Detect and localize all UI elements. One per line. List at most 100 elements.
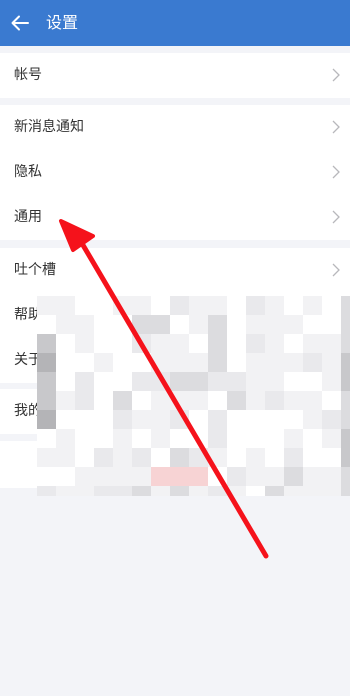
mosaic-tile [56, 467, 75, 486]
mosaic-tile [189, 296, 208, 315]
mosaic-tile [265, 372, 284, 391]
mosaic-tile [284, 334, 303, 353]
mosaic-tile [37, 410, 56, 429]
mosaic-tile [189, 410, 208, 429]
mosaic-tile [170, 353, 189, 372]
mosaic-tile [322, 467, 341, 486]
mosaic-tile [303, 353, 322, 372]
settings-item-privacy[interactable]: 隐私 [0, 150, 350, 195]
mosaic-tile [265, 410, 284, 429]
mosaic-tile [341, 467, 350, 486]
mosaic-tile [151, 296, 170, 315]
mosaic-tile [246, 486, 265, 496]
mosaic-tile [151, 391, 170, 410]
mosaic-tile [303, 448, 322, 467]
mosaic-tile [151, 334, 170, 353]
mosaic-tile [132, 467, 151, 486]
mosaic-tile [303, 467, 322, 486]
mosaic-tile [341, 410, 350, 429]
mosaic-tile [75, 315, 94, 334]
mosaic-tile [75, 429, 94, 448]
mosaic-tile [341, 391, 350, 410]
mosaic-tile [303, 486, 322, 496]
mosaic-tile [284, 372, 303, 391]
mosaic-tile [151, 486, 170, 496]
mosaic-tile [208, 315, 227, 334]
mosaic-tile [170, 372, 189, 391]
settings-item-account[interactable]: 帐号 [0, 53, 350, 98]
mosaic-tile [208, 467, 227, 486]
mosaic-tile [113, 372, 132, 391]
mosaic-tile [37, 315, 56, 334]
mosaic-tile [75, 410, 94, 429]
settings-item-label: 隐私 [14, 164, 42, 180]
mosaic-tile [189, 391, 208, 410]
mosaic-tile [170, 391, 189, 410]
mosaic-tile [265, 296, 284, 315]
mosaic-tile [227, 410, 246, 429]
mosaic-tile [94, 429, 113, 448]
mosaic-tile [208, 410, 227, 429]
mosaic-tile [303, 410, 322, 429]
chevron-right-icon [332, 68, 340, 82]
top-app-bar: 设置 [0, 0, 350, 46]
mosaic-tile [208, 429, 227, 448]
mosaic-tile [227, 467, 246, 486]
mosaic-tile [322, 315, 341, 334]
mosaic-tile [132, 448, 151, 467]
settings-item-general[interactable]: 通用 [0, 195, 350, 240]
mosaic-tile [265, 391, 284, 410]
settings-item-label: 通用 [14, 209, 42, 225]
mosaic-tile [75, 391, 94, 410]
mosaic-tile [151, 353, 170, 372]
mosaic-tile [94, 391, 113, 410]
mosaic-tile [37, 296, 56, 315]
mosaic-tile [246, 334, 265, 353]
settings-screen: 设置 帐号 新消息通知 隐私 通用 吐个槽 帮助 关于 我的 [0, 0, 350, 696]
settings-item-feedback[interactable]: 吐个槽 [0, 248, 350, 293]
mosaic-tile [341, 315, 350, 334]
mosaic-tile [132, 334, 151, 353]
mosaic-tile [170, 315, 189, 334]
mosaic-tile [189, 315, 208, 334]
mosaic-tile [151, 429, 170, 448]
settings-item-notifications[interactable]: 新消息通知 [0, 105, 350, 150]
mosaic-tile [303, 315, 322, 334]
mosaic-tile [189, 334, 208, 353]
mosaic-tile [151, 315, 170, 334]
mosaic-tile [246, 296, 265, 315]
mosaic-tile [227, 448, 246, 467]
mosaic-tile [303, 372, 322, 391]
mosaic-tile [75, 486, 94, 496]
mosaic-tile [113, 410, 132, 429]
mosaic-tile [227, 315, 246, 334]
back-button[interactable] [6, 9, 34, 37]
mosaic-tile [246, 448, 265, 467]
mosaic-tile [113, 448, 132, 467]
mosaic-tile [284, 353, 303, 372]
mosaic-tile [284, 296, 303, 315]
mosaic-tile [322, 429, 341, 448]
mosaic-tile [113, 467, 132, 486]
mosaic-tile [284, 429, 303, 448]
mosaic-tile [75, 372, 94, 391]
mosaic-tile [227, 391, 246, 410]
mosaic-tile [322, 410, 341, 429]
mosaic-tile [341, 296, 350, 315]
mosaic-tile [94, 410, 113, 429]
mosaic-tile [37, 372, 56, 391]
mosaic-tile [94, 448, 113, 467]
mosaic-tile [246, 391, 265, 410]
mosaic-tile [170, 334, 189, 353]
mosaic-tile [227, 429, 246, 448]
mosaic-tile [75, 467, 94, 486]
mosaic-tile [37, 448, 56, 467]
mosaic-tile [265, 429, 284, 448]
mosaic-tile [246, 353, 265, 372]
page-title: 设置 [46, 13, 79, 32]
mosaic-tile [151, 410, 170, 429]
mosaic-tile [151, 372, 170, 391]
mosaic-tile [322, 486, 341, 496]
mosaic-tile [341, 353, 350, 372]
mosaic-tile [265, 353, 284, 372]
